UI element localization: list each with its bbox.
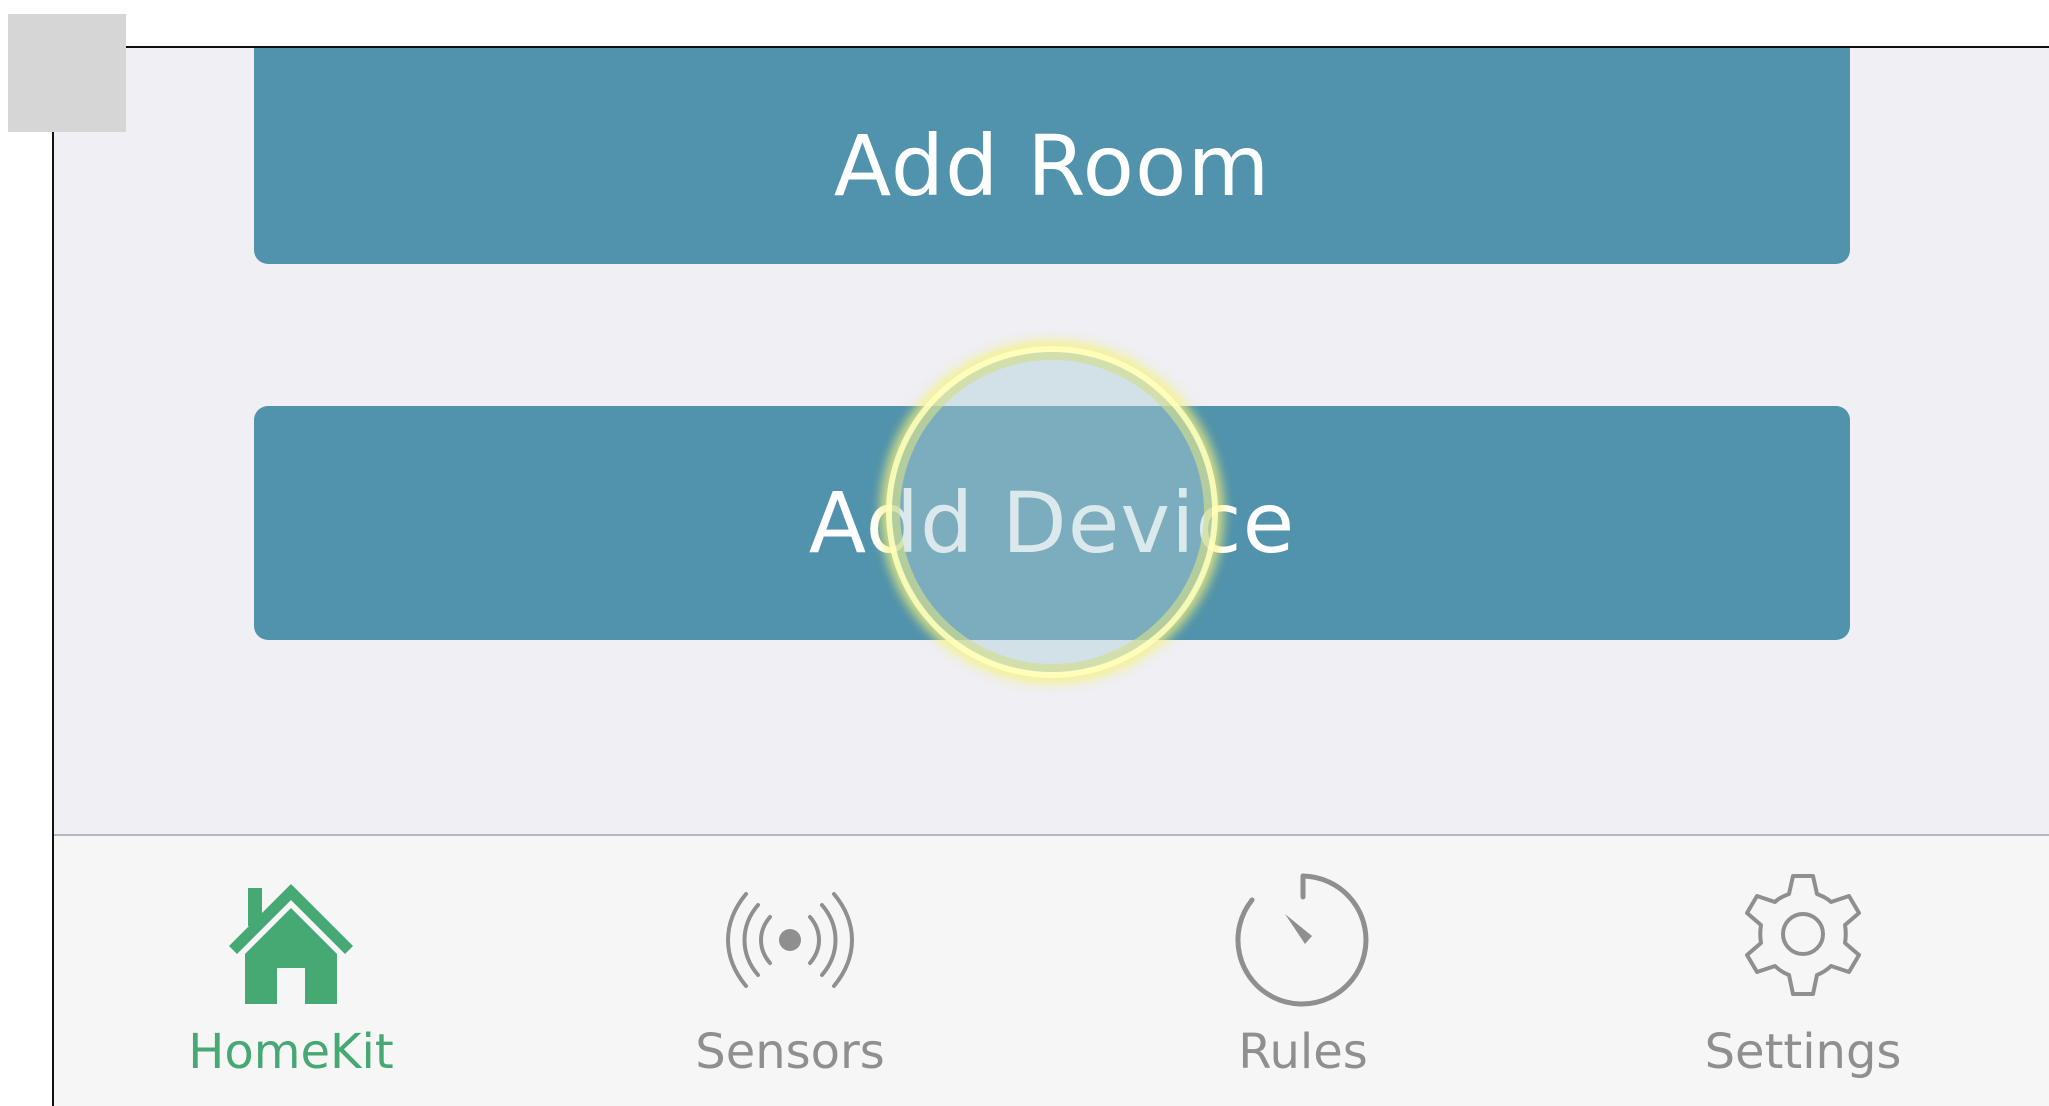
- main-content: Add Room Add Device: [54, 48, 2049, 834]
- tab-label-settings: Settings: [1704, 1024, 1902, 1080]
- tab-label-homekit: HomeKit: [188, 1024, 394, 1080]
- gear-icon: [1745, 874, 1861, 996]
- bottom-tab-bar: HomeKit Sensors Rules Settings: [54, 834, 2049, 1106]
- tab-settings[interactable]: Settings: [1673, 836, 1933, 1106]
- tab-label-rules: Rules: [1238, 1024, 1368, 1080]
- add-device-label: Add Device: [808, 474, 1296, 572]
- sensor-signal-icon: [726, 892, 854, 988]
- tab-label-sensors: Sensors: [695, 1024, 885, 1080]
- add-device-button[interactable]: Add Device: [254, 406, 1850, 640]
- app-window: Add Room Add Device HomeKit Sensors Rule…: [52, 46, 2049, 1106]
- tab-rules[interactable]: Rules: [1173, 836, 1433, 1106]
- house-icon: [229, 884, 353, 1004]
- tab-sensors[interactable]: Sensors: [660, 836, 920, 1106]
- tab-homekit[interactable]: HomeKit: [161, 836, 421, 1106]
- timer-dial-icon: [1235, 873, 1369, 1007]
- corner-placeholder: [8, 14, 126, 132]
- add-room-button[interactable]: Add Room: [254, 48, 1850, 264]
- add-room-label: Add Room: [833, 117, 1271, 215]
